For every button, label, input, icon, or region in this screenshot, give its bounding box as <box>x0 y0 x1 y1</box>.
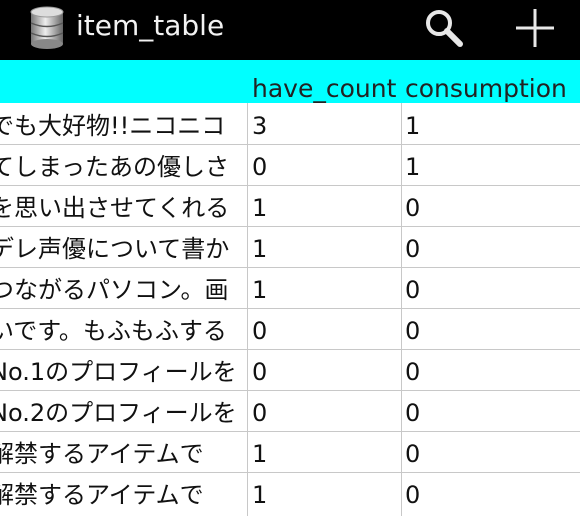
action-bar: item_table <box>0 0 580 60</box>
description-cell: てしまったあの優しさ <box>0 153 230 181</box>
have-count-cell: 1 <box>252 276 268 304</box>
search-icon <box>424 8 464 52</box>
description-cell: つながるパソコン。画 <box>0 276 229 304</box>
have-count-cell: 1 <box>252 481 268 509</box>
consumption-cell: 0 <box>405 481 421 509</box>
table-row[interactable]: でも大好物!!ニコニコ 3 1 <box>0 103 580 143</box>
consumption-cell: 1 <box>405 153 421 181</box>
row-divider <box>0 472 580 473</box>
row-divider <box>0 144 580 145</box>
table-header: have_count consumption <box>0 60 580 103</box>
have-count-cell: 3 <box>252 112 268 140</box>
column-header-consumption[interactable]: consumption <box>405 60 580 103</box>
have-count-cell: 0 <box>252 153 268 181</box>
description-cell: を思い出させてくれる <box>0 194 230 222</box>
add-button[interactable] <box>505 0 565 60</box>
table-row[interactable]: つながるパソコン。画 1 0 <box>0 267 580 307</box>
table-row[interactable]: を思い出させてくれる 1 0 <box>0 185 580 225</box>
consumption-cell: 0 <box>405 317 421 345</box>
column-divider <box>247 103 248 516</box>
app-title: item_table <box>76 9 225 42</box>
column-divider <box>401 103 402 516</box>
description-cell: 解禁するアイテムで <box>0 481 204 509</box>
description-cell: No.1のプロフィールを <box>0 358 237 386</box>
consumption-cell: 0 <box>405 235 421 263</box>
description-cell: いです。もふもふする <box>0 317 227 345</box>
consumption-cell: 0 <box>405 194 421 222</box>
description-cell: No.2のプロフィールを <box>0 399 237 427</box>
table-row[interactable]: いです。もふもふする 0 0 <box>0 308 580 348</box>
column-header-have-count[interactable]: have_count <box>252 60 400 103</box>
consumption-cell: 0 <box>405 358 421 386</box>
row-divider <box>0 226 580 227</box>
have-count-cell: 0 <box>252 358 268 386</box>
add-icon <box>513 6 557 54</box>
consumption-cell: 0 <box>405 399 421 427</box>
consumption-cell: 1 <box>405 112 421 140</box>
have-count-cell: 1 <box>252 440 268 468</box>
search-button[interactable] <box>414 0 474 60</box>
consumption-cell: 0 <box>405 440 421 468</box>
table-row[interactable]: No.1のプロフィールを 0 0 <box>0 349 580 389</box>
row-divider <box>0 431 580 432</box>
row-divider <box>0 267 580 268</box>
description-cell: デレ声優について書か <box>0 235 230 263</box>
table-row[interactable]: てしまったあの優しさ 0 1 <box>0 144 580 184</box>
row-divider <box>0 185 580 186</box>
description-cell: 解禁するアイテムで <box>0 440 204 468</box>
table-row[interactable]: デレ声優について書か 1 0 <box>0 226 580 266</box>
have-count-cell: 0 <box>252 399 268 427</box>
table-row[interactable]: 解禁するアイテムで 1 0 <box>0 431 580 471</box>
row-divider <box>0 308 580 309</box>
row-divider <box>0 349 580 350</box>
have-count-cell: 1 <box>252 235 268 263</box>
table-row[interactable]: 解禁するアイテムで 1 0 <box>0 472 580 512</box>
have-count-cell: 1 <box>252 194 268 222</box>
row-divider <box>0 390 580 391</box>
have-count-cell: 0 <box>252 317 268 345</box>
consumption-cell: 0 <box>405 276 421 304</box>
table-row[interactable]: No.2のプロフィールを 0 0 <box>0 390 580 430</box>
database-icon <box>28 6 66 50</box>
description-cell: でも大好物!!ニコニコ <box>0 112 226 140</box>
